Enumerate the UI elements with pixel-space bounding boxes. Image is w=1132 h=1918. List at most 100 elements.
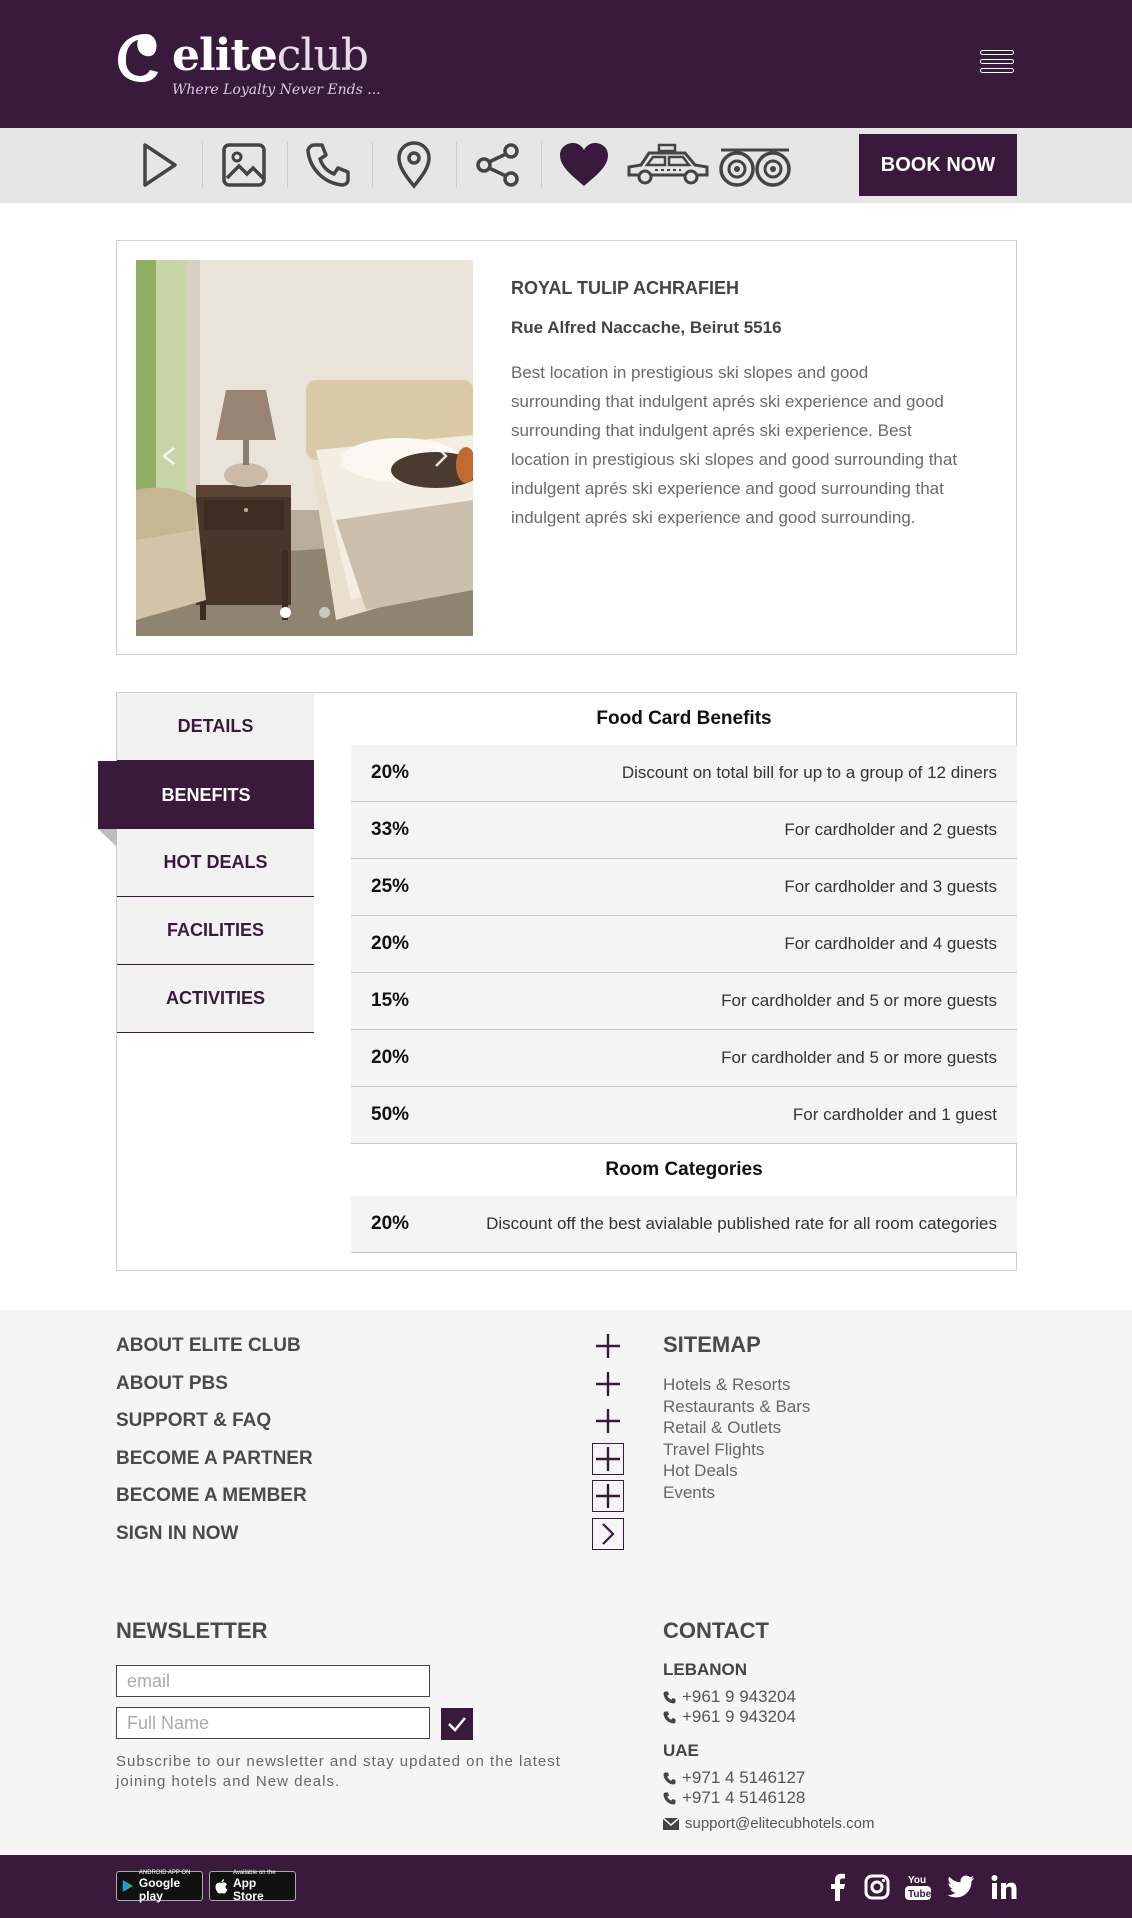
tab-facilities[interactable]: FACILITIES xyxy=(117,897,314,965)
benefit-row: 50% For cardholder and 1 guest xyxy=(351,1087,1017,1144)
linkedin-icon[interactable] xyxy=(989,1872,1019,1902)
twitter-icon[interactable] xyxy=(946,1872,976,1902)
site-header: eliteclub Where Loyalty Never Ends ... xyxy=(0,0,1132,128)
footer-link-become-a-partner[interactable]: BECOME A PARTNER xyxy=(116,1448,313,1470)
contact-phone-number: +961 9 943204 xyxy=(682,1707,796,1726)
envelope-icon xyxy=(663,1817,679,1830)
hotel-info-panel: DETAILS BENEFITS HOT DEALS FACILITIES ACTIVI… xyxy=(98,692,1017,1271)
svg-text:Tube: Tube xyxy=(908,1889,932,1900)
newsletter-email-input[interactable] xyxy=(116,1665,430,1697)
food-benefits-list: 20% Discount on total bill for up to a gr… xyxy=(351,745,1017,1144)
food-card-benefits-title: Food Card Benefits xyxy=(596,708,772,729)
google-play-big: Google play xyxy=(138,1875,181,1903)
benefit-description: Discount off the best avialable publishe… xyxy=(486,1214,997,1233)
contact-phone[interactable]: +971 4 5146128 xyxy=(663,1788,805,1808)
benefit-description: For cardholder and 4 guests xyxy=(784,934,997,953)
newsletter-heading: NEWSLETTER xyxy=(116,1618,268,1643)
hotel-photo-carousel[interactable] xyxy=(136,260,473,636)
contact-phone[interactable]: +961 9 943204 xyxy=(663,1687,796,1707)
plus-icon[interactable] xyxy=(592,1405,624,1437)
benefit-row: 25% For cardholder and 3 guests xyxy=(351,859,1017,916)
share-icon[interactable] xyxy=(470,134,526,196)
benefit-percentage: 33% xyxy=(371,819,410,840)
elite-club-logo[interactable]: eliteclub Where Loyalty Never Ends ... xyxy=(116,30,381,106)
benefit-row: 20% For cardholder and 4 guests xyxy=(351,916,1017,973)
heart-icon[interactable] xyxy=(554,134,614,196)
sitemap-item[interactable]: Hot Deals xyxy=(663,1460,810,1482)
facebook-icon[interactable] xyxy=(826,1872,850,1902)
checkmark-icon xyxy=(448,1717,466,1732)
google-play-badge[interactable]: ANDROID APP ON Google play xyxy=(116,1870,203,1903)
tripadvisor-icon[interactable] xyxy=(714,134,796,196)
carousel-dot[interactable] xyxy=(318,607,330,618)
sitemap-item[interactable]: Retail & Outlets xyxy=(663,1417,810,1439)
benefit-description: For cardholder and 5 or more guests xyxy=(721,991,997,1010)
contact-lebanon-label: LEBANON xyxy=(663,1660,748,1679)
taxi-icon[interactable] xyxy=(624,134,712,196)
plus-icon[interactable] xyxy=(592,1480,624,1512)
plus-icon[interactable] xyxy=(592,1443,624,1475)
phone-icon[interactable] xyxy=(300,134,356,196)
hotel-description: Best location in prestigious ski slopes … xyxy=(511,363,958,527)
benefit-row: 20% Discount off the best avialable publi… xyxy=(351,1196,1017,1253)
bottom-bar: ANDROID APP ON Google play Available on t… xyxy=(0,1855,1132,1918)
benefit-description: For cardholder and 2 guests xyxy=(784,820,997,839)
plus-icon[interactable] xyxy=(592,1368,624,1400)
sitemap-item[interactable]: Events xyxy=(663,1482,810,1504)
tab-hot-deals[interactable]: HOT DEALS xyxy=(117,829,314,897)
app-store-badge[interactable]: Available on the App Store xyxy=(209,1870,296,1903)
benefit-percentage: 25% xyxy=(371,876,410,897)
youtube-icon[interactable]: You Tube xyxy=(903,1872,933,1902)
hamburger-icon[interactable] xyxy=(980,50,1016,80)
sitemap-item[interactable]: Hotels & Resorts xyxy=(663,1374,810,1396)
tab-benefits[interactable]: BENEFITS xyxy=(98,761,314,847)
room-categories-title: Room Categories xyxy=(605,1159,763,1180)
footer-link-about-elite-club[interactable]: ABOUT ELITE CLUB xyxy=(116,1335,301,1357)
footer-link-become-a-member[interactable]: BECOME A MEMBER xyxy=(116,1485,307,1507)
contact-phone-number: +971 4 5146127 xyxy=(682,1768,806,1787)
apple-icon xyxy=(215,1878,228,1894)
benefit-percentage: 15% xyxy=(371,990,410,1011)
plus-icon[interactable] xyxy=(592,1330,624,1362)
sitemap-heading: SITEMAP xyxy=(663,1332,761,1357)
newsletter-name-input[interactable] xyxy=(116,1707,430,1739)
footer-link-support-faq[interactable]: SUPPORT & FAQ xyxy=(116,1410,271,1432)
logo-wordmark: eliteclub xyxy=(172,30,369,81)
contact-phone[interactable]: +971 4 5146127 xyxy=(663,1768,805,1788)
room-benefits-list: 20% Discount off the best avialable publi… xyxy=(351,1196,1017,1253)
svg-text:You: You xyxy=(908,1875,926,1886)
contact-phone-number: +961 9 943204 xyxy=(682,1687,796,1706)
hotel-address: Rue Alfred Naccache, Beirut 5516 xyxy=(511,318,782,337)
footer-link-about-pbs[interactable]: ABOUT PBS xyxy=(116,1373,228,1395)
tab-activities[interactable]: ACTIVITIES xyxy=(117,965,314,1033)
carousel-dot[interactable] xyxy=(279,607,291,618)
benefits-content: Food Card Benefits 20% Discount on total … xyxy=(351,693,1017,1253)
hotel-name: ROYAL TULIP ACHRAFIEH xyxy=(511,278,740,298)
benefit-description: For cardholder and 1 guest xyxy=(792,1105,997,1124)
action-icon-bar: BOOK NOW xyxy=(0,128,1132,203)
contact-phone[interactable]: +961 9 943204 xyxy=(663,1707,796,1727)
footer-link-sign-in-now[interactable]: SIGN IN NOW xyxy=(116,1523,238,1545)
sitemap-list: Hotels & Resorts Restaurants & Bars Retail… xyxy=(663,1374,810,1503)
sitemap-item[interactable]: Travel Flights xyxy=(663,1439,810,1461)
logo-tagline: Where Loyalty Never Ends ... xyxy=(172,82,381,98)
chevron-right-icon[interactable] xyxy=(592,1518,624,1550)
app-store-big: App Store xyxy=(232,1875,264,1903)
benefit-row: 15% For cardholder and 5 or more guests xyxy=(351,973,1017,1030)
newsletter-note: Subscribe to our newsletter and stay upd… xyxy=(116,1753,561,1790)
book-now-button[interactable]: BOOK NOW xyxy=(859,134,1017,196)
tab-details[interactable]: DETAILS xyxy=(117,693,314,761)
phone-icon xyxy=(663,1772,676,1784)
hotel-card: ROYAL TULIP ACHRAFIEH Rue Alfred Naccach… xyxy=(116,240,1017,655)
contact-email[interactable]: support@elitecubhotels.com xyxy=(663,1815,875,1832)
phone-icon xyxy=(663,1792,676,1804)
play-icon[interactable] xyxy=(131,134,187,196)
gallery-icon[interactable] xyxy=(216,134,272,196)
benefit-percentage: 50% xyxy=(371,1104,410,1125)
contact-uae-label: UAE xyxy=(663,1741,699,1760)
sitemap-item[interactable]: Restaurants & Bars xyxy=(663,1396,810,1418)
phone-icon xyxy=(663,1711,676,1723)
location-pin-icon[interactable] xyxy=(386,134,442,196)
newsletter-submit-button[interactable] xyxy=(441,1708,473,1740)
instagram-icon[interactable] xyxy=(862,1872,892,1902)
